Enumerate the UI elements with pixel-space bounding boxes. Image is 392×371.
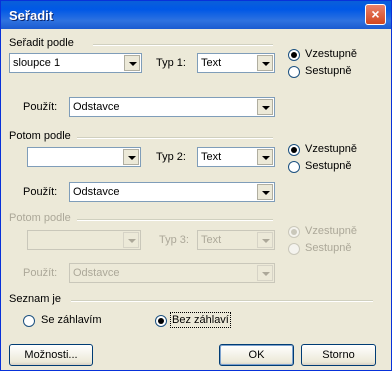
cancel-button[interactable]: Storno (301, 344, 376, 366)
use3-label: Použít: (23, 267, 58, 279)
group1-desc-label[interactable]: Sestupně (305, 65, 351, 77)
group1-desc-radio[interactable] (288, 66, 300, 78)
close-button[interactable]: × (365, 4, 386, 25)
group2-asc-radio[interactable] (288, 144, 300, 156)
type1-select[interactable]: Text (197, 53, 275, 73)
chevron-down-icon[interactable] (257, 149, 273, 165)
list-divider (71, 300, 373, 302)
with-header-label[interactable]: Se záhlavím (41, 314, 102, 326)
then-by-field-2-select (27, 230, 141, 250)
use2-label: Použít: (23, 186, 58, 198)
group1-label: Seřadit podle (9, 37, 74, 49)
group1-asc-radio[interactable] (288, 49, 300, 61)
group3-asc-label: Vzestupně (305, 225, 357, 237)
group1-asc-label[interactable]: Vzestupně (305, 48, 357, 60)
group3-desc-label: Sestupně (305, 242, 352, 254)
group2-asc-label[interactable]: Vzestupně (305, 143, 357, 155)
without-header-label[interactable]: Bez záhlaví (170, 312, 231, 328)
group2-desc-radio[interactable] (288, 161, 300, 173)
group2-desc-label[interactable]: Sestupně (305, 160, 351, 172)
chevron-down-icon[interactable] (123, 149, 139, 165)
dialog-title: Seřadit (9, 8, 54, 23)
type3-select: Text (197, 230, 275, 250)
chevron-down-icon[interactable] (124, 55, 140, 71)
use3-select: Odstavce (69, 263, 275, 283)
use1-select[interactable]: Odstavce (69, 97, 275, 117)
then-by-field-select[interactable] (27, 147, 141, 167)
sort-dialog: Seřadit × Seřadit podle sloupce 1 Typ 1:… (0, 0, 392, 371)
type2-label: Typ 2: (156, 151, 186, 163)
ok-button[interactable]: OK (219, 344, 294, 366)
sort-by-field-select[interactable]: sloupce 1 (9, 53, 142, 73)
options-button[interactable]: Možnosti... (9, 344, 93, 366)
without-header-radio[interactable] (155, 315, 167, 327)
group3-divider (77, 219, 273, 221)
chevron-down-icon[interactable] (257, 99, 273, 115)
with-header-radio[interactable] (23, 315, 35, 327)
chevron-down-icon[interactable] (257, 184, 273, 200)
use2-select[interactable]: Odstavce (69, 182, 275, 202)
type2-select[interactable]: Text (197, 147, 275, 167)
group3-desc-radio (288, 243, 300, 255)
title-bar[interactable]: Seřadit × (1, 1, 391, 29)
chevron-down-icon (123, 232, 139, 248)
chevron-down-icon[interactable] (257, 55, 273, 71)
group3-label: Potom podle (9, 212, 71, 224)
use1-label: Použít: (23, 101, 58, 113)
type3-label: Typ 3: (159, 234, 189, 246)
chevron-down-icon (257, 232, 273, 248)
group3-asc-radio (288, 226, 300, 238)
close-icon: × (371, 6, 380, 22)
list-label: Seznam je (9, 293, 61, 305)
group2-divider (77, 137, 273, 139)
chevron-down-icon (257, 265, 273, 281)
group2-label: Potom podle (9, 130, 71, 142)
group1-divider (93, 44, 273, 46)
type1-label: Typ 1: (156, 57, 186, 69)
